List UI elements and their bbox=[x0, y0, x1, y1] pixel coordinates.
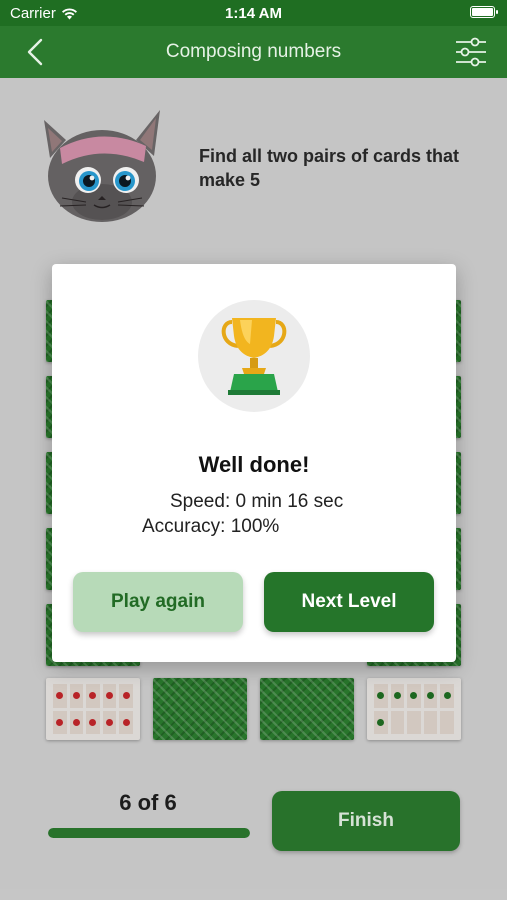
speed-stat: Speed: 0 min 16 sec bbox=[170, 491, 344, 512]
play-again-button[interactable]: Play again bbox=[73, 572, 243, 632]
status-bar: Carrier 1:14 AM bbox=[0, 0, 507, 26]
page-title: Composing numbers bbox=[165, 41, 342, 62]
accuracy-stat: Accuracy: 100% bbox=[142, 516, 280, 537]
dialog-headline: Well done! bbox=[198, 452, 310, 477]
nav-bar: Composing numbers bbox=[0, 26, 507, 78]
trophy-badge bbox=[198, 300, 310, 412]
sliders-icon[interactable] bbox=[453, 34, 489, 70]
battery-icon bbox=[470, 6, 498, 18]
next-level-button[interactable]: Next Level bbox=[264, 572, 434, 632]
trophy-icon bbox=[221, 318, 287, 395]
clock: 1:14 AM bbox=[225, 5, 282, 22]
result-dialog: Well done! Speed: 0 min 16 sec Accuracy:… bbox=[52, 264, 456, 662]
